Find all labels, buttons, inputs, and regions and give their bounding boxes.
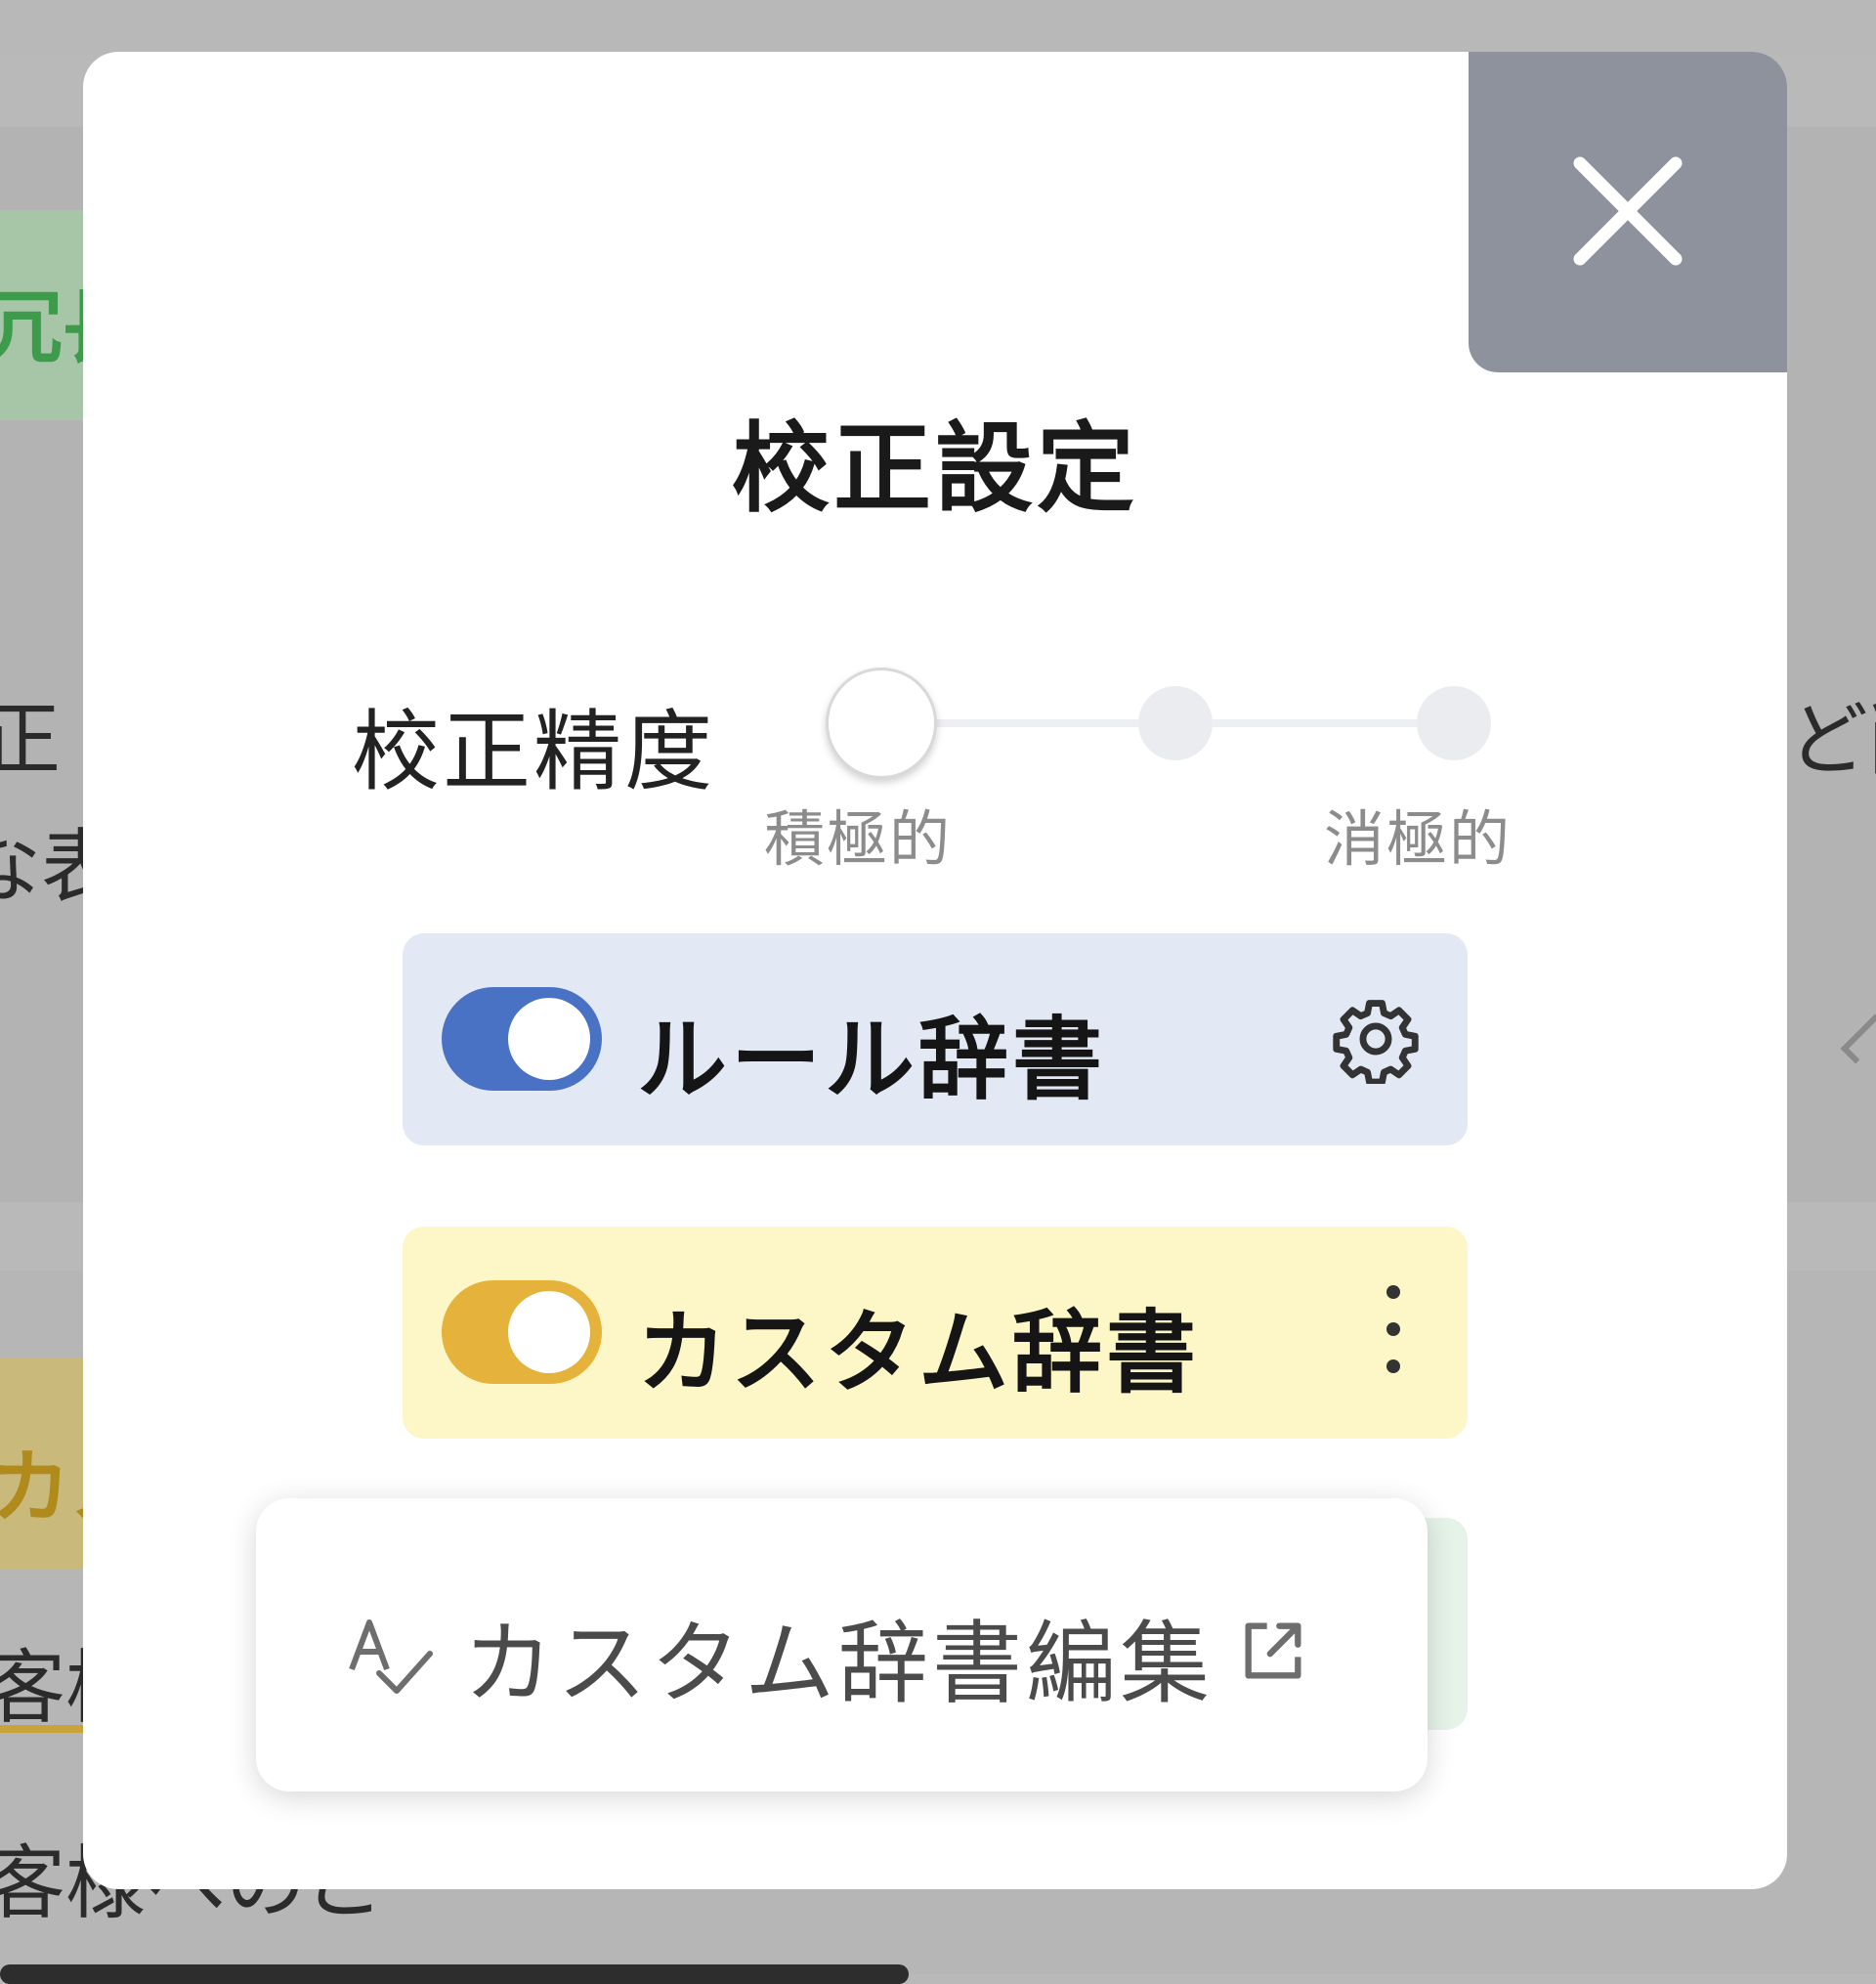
spellcheck-icon <box>349 1619 433 1694</box>
precision-slider[interactable] <box>826 663 1568 780</box>
proofreading-settings-modal: 校正設定 校正精度 積極的 消極的 ルール辞書 カスタム辞書 カスタム辞書編集 <box>83 52 1787 1889</box>
rule-dictionary-toggle[interactable] <box>442 987 602 1091</box>
custom-dictionary-label: カスタム辞書 <box>637 1301 1201 1405</box>
bg-underline <box>0 1725 93 1733</box>
more-vertical-icon[interactable] <box>1384 1285 1403 1383</box>
slider-min-label: 積極的 <box>764 803 953 875</box>
gear-icon[interactable] <box>1331 994 1421 1084</box>
bg-header <box>0 0 1876 54</box>
modal-title: 校正設定 <box>732 411 1138 526</box>
slider-step[interactable] <box>1138 686 1213 760</box>
external-link-icon <box>1245 1622 1301 1679</box>
slider-step[interactable] <box>1417 686 1491 760</box>
rule-dictionary-label: ルール辞書 <box>637 1008 1107 1112</box>
bg-fragment: ど削 <box>1788 694 1876 787</box>
close-button[interactable] <box>1469 52 1787 372</box>
toggle-knob <box>508 1291 590 1373</box>
custom-dictionary-menu: カスタム辞書編集 <box>256 1498 1428 1791</box>
toggle-knob <box>508 998 590 1080</box>
menu-item-edit-custom-dictionary[interactable]: カスタム辞書編集 <box>256 1498 1428 1791</box>
precision-label: 校正精度 <box>352 701 715 803</box>
custom-dictionary-toggle[interactable] <box>442 1280 602 1384</box>
menu-item-label: カスタム辞書編集 <box>463 1612 1215 1716</box>
rule-dictionary-row: ルール辞書 <box>403 933 1468 1145</box>
bg-scrollbar <box>0 1964 909 1984</box>
close-icon <box>1573 156 1683 266</box>
slider-thumb[interactable] <box>826 668 937 779</box>
bg-fragment: 正 <box>0 694 62 787</box>
custom-dictionary-row: カスタム辞書 <box>403 1227 1468 1439</box>
slider-max-label: 消極的 <box>1324 803 1513 875</box>
